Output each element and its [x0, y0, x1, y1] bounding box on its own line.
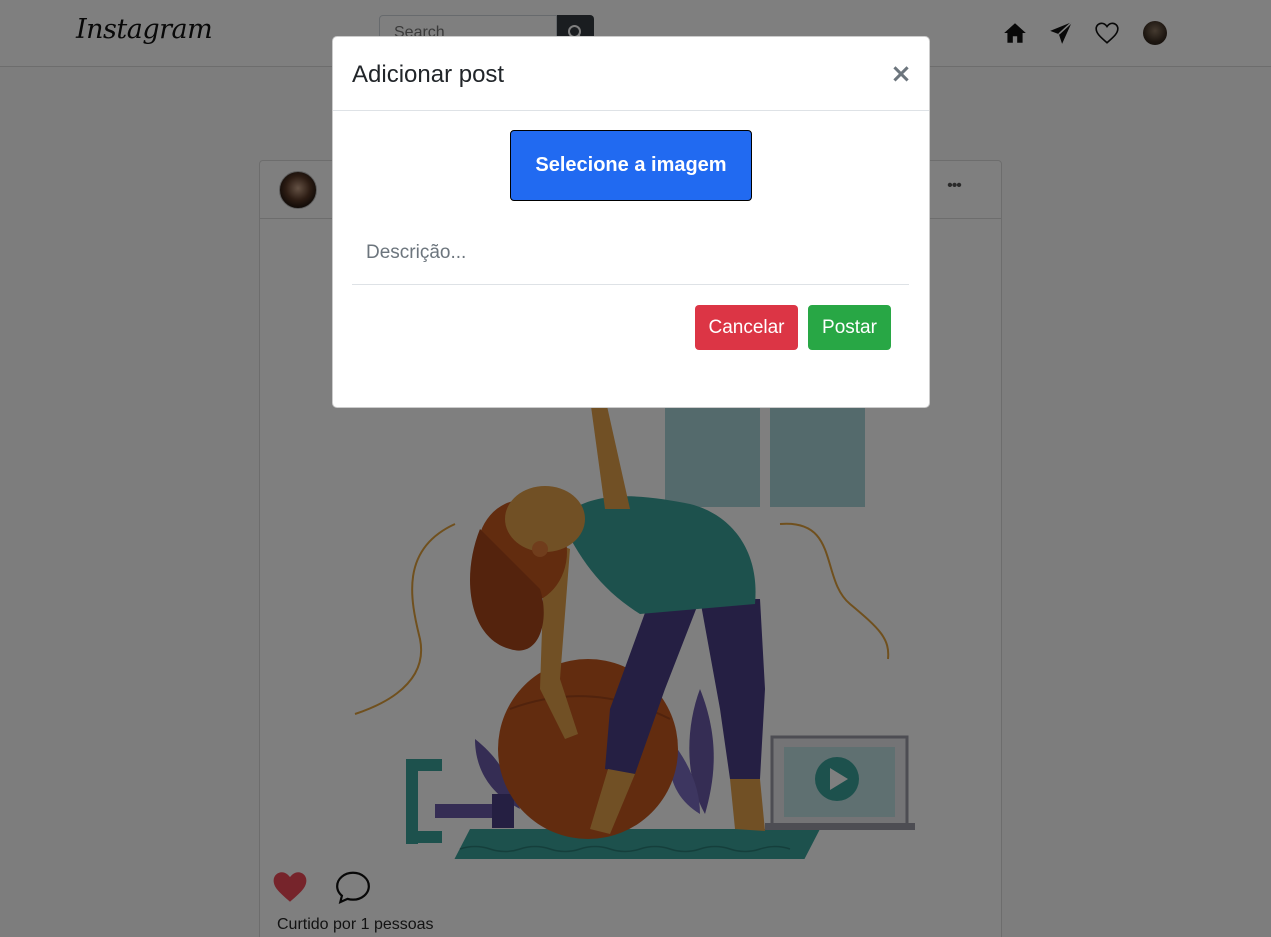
- cancel-button[interactable]: Cancelar: [695, 305, 798, 350]
- close-icon[interactable]: ×: [890, 59, 912, 89]
- description-input[interactable]: [352, 221, 909, 285]
- post-button[interactable]: Postar: [808, 305, 891, 350]
- modal-title: Adicionar post: [352, 61, 505, 88]
- modal-header: Adicionar post ×: [333, 37, 929, 111]
- add-post-modal: Adicionar post × Selecione a imagem Canc…: [332, 36, 930, 408]
- select-image-button[interactable]: Selecione a imagem: [510, 130, 752, 201]
